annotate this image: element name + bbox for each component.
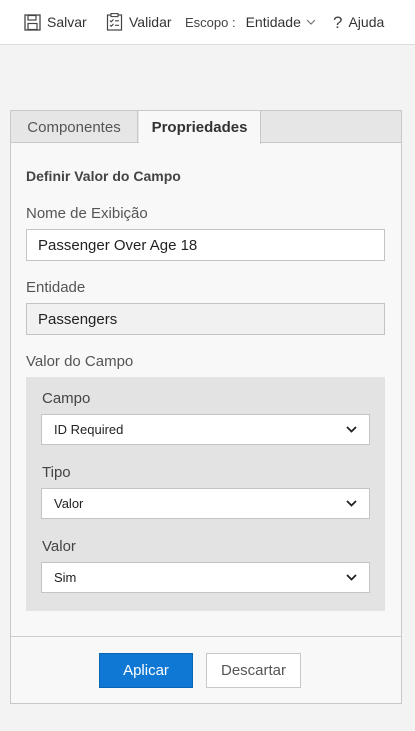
help-icon: ? <box>333 12 343 32</box>
tab-properties[interactable]: Propriedades <box>139 111 261 144</box>
designer-panel: Componentes Propriedades Definir Valor d… <box>10 110 402 704</box>
tab-components[interactable]: Componentes <box>11 111 138 143</box>
checklist-icon <box>106 13 123 31</box>
chevron-down-icon <box>346 574 357 581</box>
field-select-label: Campo <box>42 390 91 407</box>
chevron-down-icon <box>346 426 357 433</box>
value-select-label: Valor <box>42 538 76 555</box>
chevron-down-icon <box>346 500 357 507</box>
field-value-label: Valor do Campo <box>26 353 134 370</box>
command-bar: Salvar Validar Escopo : Entidade ? Ajuda <box>0 0 415 45</box>
footer-divider <box>11 636 401 637</box>
type-select-label: Tipo <box>42 464 71 481</box>
validate-label: Validar <box>129 14 172 30</box>
entity-label: Entidade <box>26 279 86 296</box>
scope-dropdown[interactable]: Escopo : Entidade <box>185 0 316 44</box>
field-select-value: ID Required <box>54 422 124 437</box>
validate-button[interactable]: Validar <box>106 0 172 44</box>
value-select[interactable]: Sim <box>41 562 370 593</box>
value-select-value: Sim <box>54 570 77 585</box>
discard-button[interactable]: Descartar <box>206 653 301 688</box>
field-select[interactable]: ID Required <box>41 414 370 445</box>
save-button[interactable]: Salvar <box>24 0 87 44</box>
scope-value: Entidade <box>245 14 301 30</box>
display-name-label: Nome de Exibição <box>26 205 148 222</box>
chevron-down-icon <box>306 19 316 25</box>
entity-field: Passengers <box>26 303 385 335</box>
help-button[interactable]: ? Ajuda <box>333 0 384 44</box>
display-name-field[interactable]: Passenger Over Age 18 <box>26 229 385 261</box>
save-icon <box>24 13 41 31</box>
section-title: Definir Valor do Campo <box>26 168 181 184</box>
apply-button[interactable]: Aplicar <box>99 653 193 688</box>
panel-tab-bar: Componentes Propriedades <box>11 111 401 144</box>
help-label: Ajuda <box>348 14 385 30</box>
save-label: Salvar <box>47 14 87 30</box>
field-value-group: Campo ID Required Tipo Valor Valor Sim <box>26 377 385 611</box>
scope-label: Escopo : <box>185 14 236 30</box>
type-select[interactable]: Valor <box>41 488 370 519</box>
type-select-value: Valor <box>54 496 84 511</box>
